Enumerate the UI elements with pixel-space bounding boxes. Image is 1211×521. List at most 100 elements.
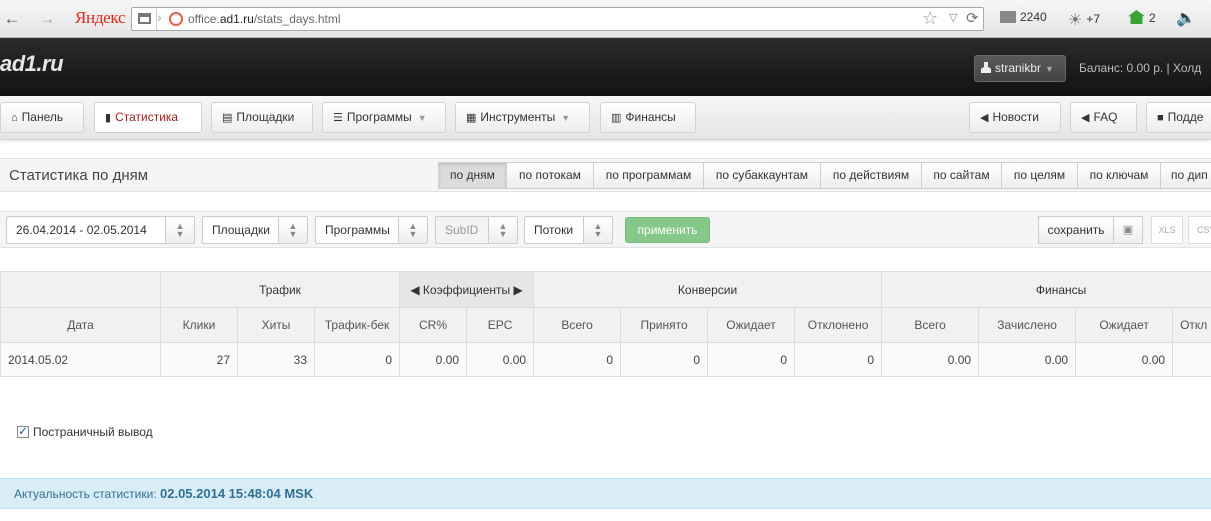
col-fin-pending[interactable]: Ожидает — [1075, 307, 1174, 343]
group-conversions: Конверсии — [533, 271, 883, 308]
col-hits[interactable]: Хиты — [237, 307, 315, 343]
nav-panel[interactable]: ⌂ Панель — [0, 102, 84, 133]
bookmark-star-icon[interactable]: ☆ — [922, 8, 938, 29]
sites-select[interactable]: Площадки ▲ ▼ — [202, 216, 308, 244]
comment-icon: ■ — [1157, 112, 1164, 124]
group-coefficients[interactable]: ◀ Коэффициенты ▶ — [399, 271, 535, 308]
actuality-value: 02.05.2014 15:48:04 MSK — [160, 486, 314, 501]
subid-select[interactable]: SubID ▲ ▼ — [435, 216, 518, 244]
nav-label: Панель — [21, 110, 64, 124]
col-epc[interactable]: EPC — [466, 307, 535, 343]
back-arrow-icon[interactable]: ← — [2, 9, 22, 29]
speaker-icon[interactable]: 🔈 — [1176, 8, 1196, 28]
tab-by-sites[interactable]: по сайтам — [921, 162, 1002, 189]
site-logo[interactable]: ad1.ru — [0, 51, 64, 77]
floppy-disk-icon[interactable]: ▣ — [1113, 216, 1143, 244]
up-down-icon: ▲ ▼ — [583, 217, 612, 243]
date-range-select[interactable]: 26.04.2014 - 02.05.2014 ▲ ▼ — [6, 216, 195, 244]
col-fin-total[interactable]: Всего — [881, 307, 980, 343]
col-clicks[interactable]: Клики — [160, 307, 238, 343]
notifications-widget[interactable]: 2 — [1128, 10, 1156, 25]
tab-by-subaccounts[interactable]: по субаккаунтам — [703, 162, 821, 189]
house-icon — [1128, 10, 1145, 24]
username: stranikbr — [995, 61, 1042, 75]
dropdown-icon[interactable]: ▽ — [949, 11, 957, 24]
cell-conv-accepted: 0 — [620, 342, 709, 377]
nav-label: Статистика — [115, 110, 179, 124]
mail-icon — [1000, 11, 1016, 23]
actuality-label: Актуальность статистики: — [14, 487, 157, 501]
tab-by-streams[interactable]: по потокам — [506, 162, 594, 189]
page-title-bar: Статистика по дням по дням по потокам по… — [0, 158, 1211, 192]
programs-value: Программы — [325, 223, 390, 237]
col-fin-rejected[interactable]: Откл — [1172, 307, 1211, 343]
col-date[interactable]: Дата — [0, 307, 161, 343]
apply-button[interactable]: применить — [625, 217, 710, 243]
export-csv-button[interactable]: CSV — [1188, 216, 1211, 244]
nav-label: Программы — [346, 110, 412, 124]
balance-text: Баланс: 0.00 р. | Холд — [1079, 61, 1202, 75]
tab-by-days[interactable]: по дням — [438, 162, 507, 189]
nav-faq[interactable]: ◀ FAQ — [1070, 102, 1137, 133]
tabs-icon[interactable] — [138, 13, 151, 24]
cell-trafficback: 0 — [313, 342, 401, 377]
list-icon: ▤ — [222, 112, 233, 124]
cell-fin-credited: 0.00 — [978, 342, 1077, 377]
streams-select[interactable]: Потоки ▲ ▼ — [524, 216, 613, 244]
col-fin-credited[interactable]: Зачислено — [978, 307, 1077, 343]
cell-epc: 0.00 — [466, 342, 535, 377]
nav-sites[interactable]: ▤ Площадки — [211, 102, 313, 133]
chevron-right-icon[interactable]: ▶ — [514, 283, 523, 297]
site-favicon-icon — [169, 12, 183, 26]
col-conv-accepted[interactable]: Принято — [620, 307, 709, 343]
tab-by-goals[interactable]: по целям — [1001, 162, 1078, 189]
address-bar[interactable]: › office.ad1.ru/stats_days.html ☆ ▽ ⟳ — [131, 7, 984, 31]
nav-news[interactable]: ◀ Новости — [969, 102, 1061, 133]
nav-tools[interactable]: ▦ Инструменты ▼ — [455, 102, 590, 133]
nav-statistics[interactable]: ▮ Статистика — [94, 102, 202, 133]
cell-fin-pending: 0.00 — [1075, 342, 1174, 377]
stats-table: Трафик ◀ Коэффициенты ▶ Конверсии Финанс… — [0, 271, 1211, 377]
tab-by-actions[interactable]: по действиям — [820, 162, 922, 189]
export-xls-button[interactable]: XLS — [1151, 216, 1183, 244]
user-menu-button[interactable]: stranikbr ▼ — [974, 55, 1066, 82]
save-button[interactable]: сохранить — [1038, 216, 1114, 244]
brand-text: Яндекс — [75, 8, 126, 27]
tab-by-keywords[interactable]: по ключам — [1077, 162, 1161, 189]
megaphone-icon: ◀ — [980, 112, 989, 124]
nav-support[interactable]: ■ Подде — [1146, 102, 1211, 133]
paging-checkbox[interactable] — [17, 424, 29, 438]
nav-label: Новости — [992, 110, 1039, 124]
stats-actuality-bar: Актуальность статистики: 02.05.2014 15:4… — [0, 478, 1211, 509]
col-conv-pending[interactable]: Ожидает — [707, 307, 796, 343]
tab-by-range[interactable]: по дип — [1160, 162, 1211, 189]
url-text[interactable]: office.ad1.ru/stats_days.html — [188, 12, 341, 26]
bar-chart-icon: ▮ — [105, 112, 112, 124]
col-cr[interactable]: CR% — [399, 307, 468, 343]
stack-icon: ☰ — [333, 112, 343, 124]
browser-brand[interactable]: Яндекс — [75, 8, 126, 28]
nav-programs[interactable]: ☰ Программы ▼ — [322, 102, 446, 133]
reload-icon[interactable]: ⟳ — [966, 9, 979, 27]
col-conv-total[interactable]: Всего — [533, 307, 622, 343]
weather-value: +7 — [1086, 12, 1101, 26]
paging-toggle[interactable]: Постраничный вывод — [17, 424, 153, 439]
user-icon — [981, 62, 991, 73]
col-conv-rejected[interactable]: Отклонено — [794, 307, 883, 343]
cell-conv-pending: 0 — [707, 342, 796, 377]
nav-label: Площадки — [236, 110, 295, 124]
url-prefix: office. — [188, 12, 220, 26]
mail-widget[interactable]: 2240 — [1000, 10, 1047, 24]
weather-widget[interactable]: ☀ +7 — [1068, 10, 1100, 30]
filter-bar: 26.04.2014 - 02.05.2014 ▲ ▼ Площадки ▲ ▼ Про… — [0, 211, 1211, 248]
tab-by-programs[interactable]: по программам — [593, 162, 704, 189]
forward-arrow-icon[interactable]: → — [37, 9, 57, 29]
programs-select[interactable]: Программы ▲ ▼ — [315, 216, 428, 244]
group-traffic: Трафик — [159, 271, 401, 308]
group-finance: Финансы — [881, 271, 1211, 308]
chevron-left-icon[interactable]: ◀ — [410, 283, 419, 297]
col-trafficback[interactable]: Трафик-бек — [313, 307, 401, 343]
mail-count: 2240 — [1020, 10, 1047, 24]
nav-finance[interactable]: ▥ Финансы — [600, 102, 696, 133]
caret-down-icon: ▼ — [417, 113, 427, 123]
